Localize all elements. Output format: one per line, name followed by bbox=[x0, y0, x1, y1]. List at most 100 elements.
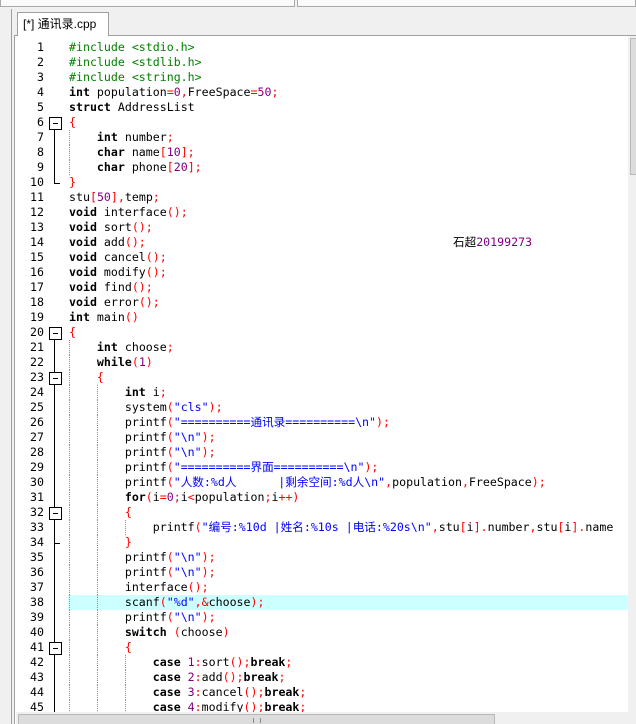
code-text[interactable]: case 1:sort();break; bbox=[69, 655, 628, 670]
code-text[interactable]: int population=0,FreeSpace=50; bbox=[69, 85, 628, 100]
toolbar-combobox-right[interactable] bbox=[297, 0, 636, 7]
code-line[interactable]: 8 char name[10]; bbox=[16, 145, 628, 160]
code-text[interactable]: printf("\n"); bbox=[69, 610, 628, 625]
code-line[interactable]: 28 printf("\n"); bbox=[16, 445, 628, 460]
code-text[interactable]: char name[10]; bbox=[69, 145, 628, 160]
code-text[interactable]: int main() bbox=[69, 310, 628, 325]
fold-collapse-icon[interactable] bbox=[49, 640, 62, 655]
code-area[interactable]: 石超20199273 1 #include <stdio.h> 2 #include … bbox=[16, 40, 628, 712]
code-text[interactable]: while(1) bbox=[69, 355, 628, 370]
code-line[interactable]: 32 { bbox=[16, 505, 628, 520]
code-text[interactable]: int i; bbox=[69, 385, 628, 400]
code-text[interactable]: void cancel(); bbox=[69, 250, 628, 265]
code-line[interactable]: 43 case 2:add();break; bbox=[16, 670, 628, 685]
code-line[interactable]: 15 void cancel(); bbox=[16, 250, 628, 265]
code-text[interactable]: printf("\n"); bbox=[69, 550, 628, 565]
code-line[interactable]: 24 int i; bbox=[16, 385, 628, 400]
code-text[interactable]: printf("人数:%d人 |剩余空间:%d人\n",population,F… bbox=[69, 475, 628, 490]
code-line[interactable]: 26 printf("==========通讯录==========\n"); bbox=[16, 415, 628, 430]
code-text[interactable]: void add(); bbox=[69, 235, 628, 250]
code-line[interactable]: 21 int choose; bbox=[16, 340, 628, 355]
code-text[interactable]: int number; bbox=[69, 130, 628, 145]
code-text[interactable]: #include <string.h> bbox=[69, 70, 628, 85]
code-text[interactable]: #include <stdlib.h> bbox=[69, 55, 628, 70]
code-text[interactable]: } bbox=[69, 175, 628, 190]
code-line[interactable]: 10} bbox=[16, 175, 628, 190]
toolbar-combobox-left[interactable] bbox=[0, 0, 295, 7]
horizontal-scrollbar[interactable] bbox=[16, 712, 628, 724]
code-text[interactable]: printf("==========通讯录==========\n"); bbox=[69, 415, 628, 430]
code-text[interactable]: char phone[20]; bbox=[69, 160, 628, 175]
code-line[interactable]: 13 void sort(); bbox=[16, 220, 628, 235]
code-text[interactable]: printf("\n"); bbox=[69, 430, 628, 445]
code-line[interactable]: 23 { bbox=[16, 370, 628, 385]
code-text[interactable]: { bbox=[69, 640, 628, 655]
code-text[interactable]: void find(); bbox=[69, 280, 628, 295]
code-line[interactable]: 12 void interface(); bbox=[16, 205, 628, 220]
code-line[interactable]: 27 printf("\n"); bbox=[16, 430, 628, 445]
code-line[interactable]: 6{ bbox=[16, 115, 628, 130]
code-text[interactable]: void sort(); bbox=[69, 220, 628, 235]
code-text[interactable]: printf("编号:%10d |姓名:%10s |电话:%20s\n",stu… bbox=[69, 520, 628, 535]
code-text[interactable]: int choose; bbox=[69, 340, 628, 355]
code-line[interactable]: 34 } bbox=[16, 535, 628, 550]
code-line[interactable]: 33 printf("编号:%10d |姓名:%10s |电话:%20s\n",… bbox=[16, 520, 628, 535]
code-text[interactable]: case 4:modify();break; bbox=[69, 700, 628, 712]
code-line[interactable]: 3 #include <string.h> bbox=[16, 70, 628, 85]
code-line[interactable]: 30 printf("人数:%d人 |剩余空间:%d人\n",populatio… bbox=[16, 475, 628, 490]
code-text[interactable]: printf("\n"); bbox=[69, 445, 628, 460]
code-text[interactable]: case 2:add();break; bbox=[69, 670, 628, 685]
code-text[interactable]: } bbox=[69, 535, 628, 550]
code-line[interactable]: 37 interface(); bbox=[16, 580, 628, 595]
code-text[interactable]: { bbox=[69, 505, 628, 520]
code-text[interactable]: switch (choose) bbox=[69, 625, 628, 640]
code-text[interactable]: scanf("%d",&choose); bbox=[69, 595, 628, 610]
code-text[interactable]: printf("==========界面==========\n"); bbox=[69, 460, 628, 475]
code-line[interactable]: 5 struct AddressList bbox=[16, 100, 628, 115]
code-text[interactable]: case 3:cancel();break; bbox=[69, 685, 628, 700]
code-text[interactable]: { bbox=[69, 325, 628, 340]
code-line[interactable]: 11 stu[50],temp; bbox=[16, 190, 628, 205]
code-line[interactable]: 19 int main() bbox=[16, 310, 628, 325]
code-line[interactable]: 36 printf("\n"); bbox=[16, 565, 628, 580]
code-line[interactable]: 31 for(i=0;i<population;i++) bbox=[16, 490, 628, 505]
code-line[interactable]: 41 { bbox=[16, 640, 628, 655]
code-text[interactable]: stu[50],temp; bbox=[69, 190, 628, 205]
code-text[interactable]: interface(); bbox=[69, 580, 628, 595]
code-text[interactable]: { bbox=[69, 115, 628, 130]
code-line[interactable]: 40 switch (choose) bbox=[16, 625, 628, 640]
code-line[interactable]: 18 void error(); bbox=[16, 295, 628, 310]
fold-collapse-icon[interactable] bbox=[49, 505, 62, 520]
code-text[interactable]: #include <stdio.h> bbox=[69, 40, 628, 55]
fold-collapse-icon[interactable] bbox=[49, 370, 62, 385]
file-tab[interactable]: [*] 通讯录.cpp bbox=[17, 12, 109, 36]
code-line[interactable]: 44 case 3:cancel();break; bbox=[16, 685, 628, 700]
code-text[interactable]: system("cls"); bbox=[69, 400, 628, 415]
code-line[interactable]: 9 char phone[20]; bbox=[16, 160, 628, 175]
code-line[interactable]: 42 case 1:sort();break; bbox=[16, 655, 628, 670]
code-line[interactable]: 7 int number; bbox=[16, 130, 628, 145]
horizontal-scrollbar-thumb[interactable] bbox=[18, 714, 495, 724]
code-text[interactable]: for(i=0;i<population;i++) bbox=[69, 490, 628, 505]
code-line[interactable]: 4 int population=0,FreeSpace=50; bbox=[16, 85, 628, 100]
code-text[interactable]: void error(); bbox=[69, 295, 628, 310]
code-line[interactable]: 39 printf("\n"); bbox=[16, 610, 628, 625]
code-text[interactable]: struct AddressList bbox=[69, 100, 628, 115]
vertical-scrollbar-thumb[interactable] bbox=[630, 38, 636, 175]
code-text[interactable]: void modify(); bbox=[69, 265, 628, 280]
code-line[interactable]: 22 while(1) bbox=[16, 355, 628, 370]
code-line[interactable]: 17 void find(); bbox=[16, 280, 628, 295]
code-text[interactable]: printf("\n"); bbox=[69, 565, 628, 580]
code-line[interactable]: 35 printf("\n"); bbox=[16, 550, 628, 565]
code-line[interactable]: 20 { bbox=[16, 325, 628, 340]
code-line[interactable]: 25 system("cls"); bbox=[16, 400, 628, 415]
code-line[interactable]: 1 #include <stdio.h> bbox=[16, 40, 628, 55]
code-text[interactable]: { bbox=[69, 370, 628, 385]
code-text[interactable]: void interface(); bbox=[69, 205, 628, 220]
code-line[interactable]: 29 printf("==========界面==========\n"); bbox=[16, 460, 628, 475]
code-line[interactable]: 2 #include <stdlib.h> bbox=[16, 55, 628, 70]
code-line[interactable]: 45 case 4:modify();break; bbox=[16, 700, 628, 712]
fold-collapse-icon[interactable] bbox=[49, 115, 62, 130]
code-line[interactable]: 16 void modify(); bbox=[16, 265, 628, 280]
fold-collapse-icon[interactable] bbox=[49, 325, 62, 340]
